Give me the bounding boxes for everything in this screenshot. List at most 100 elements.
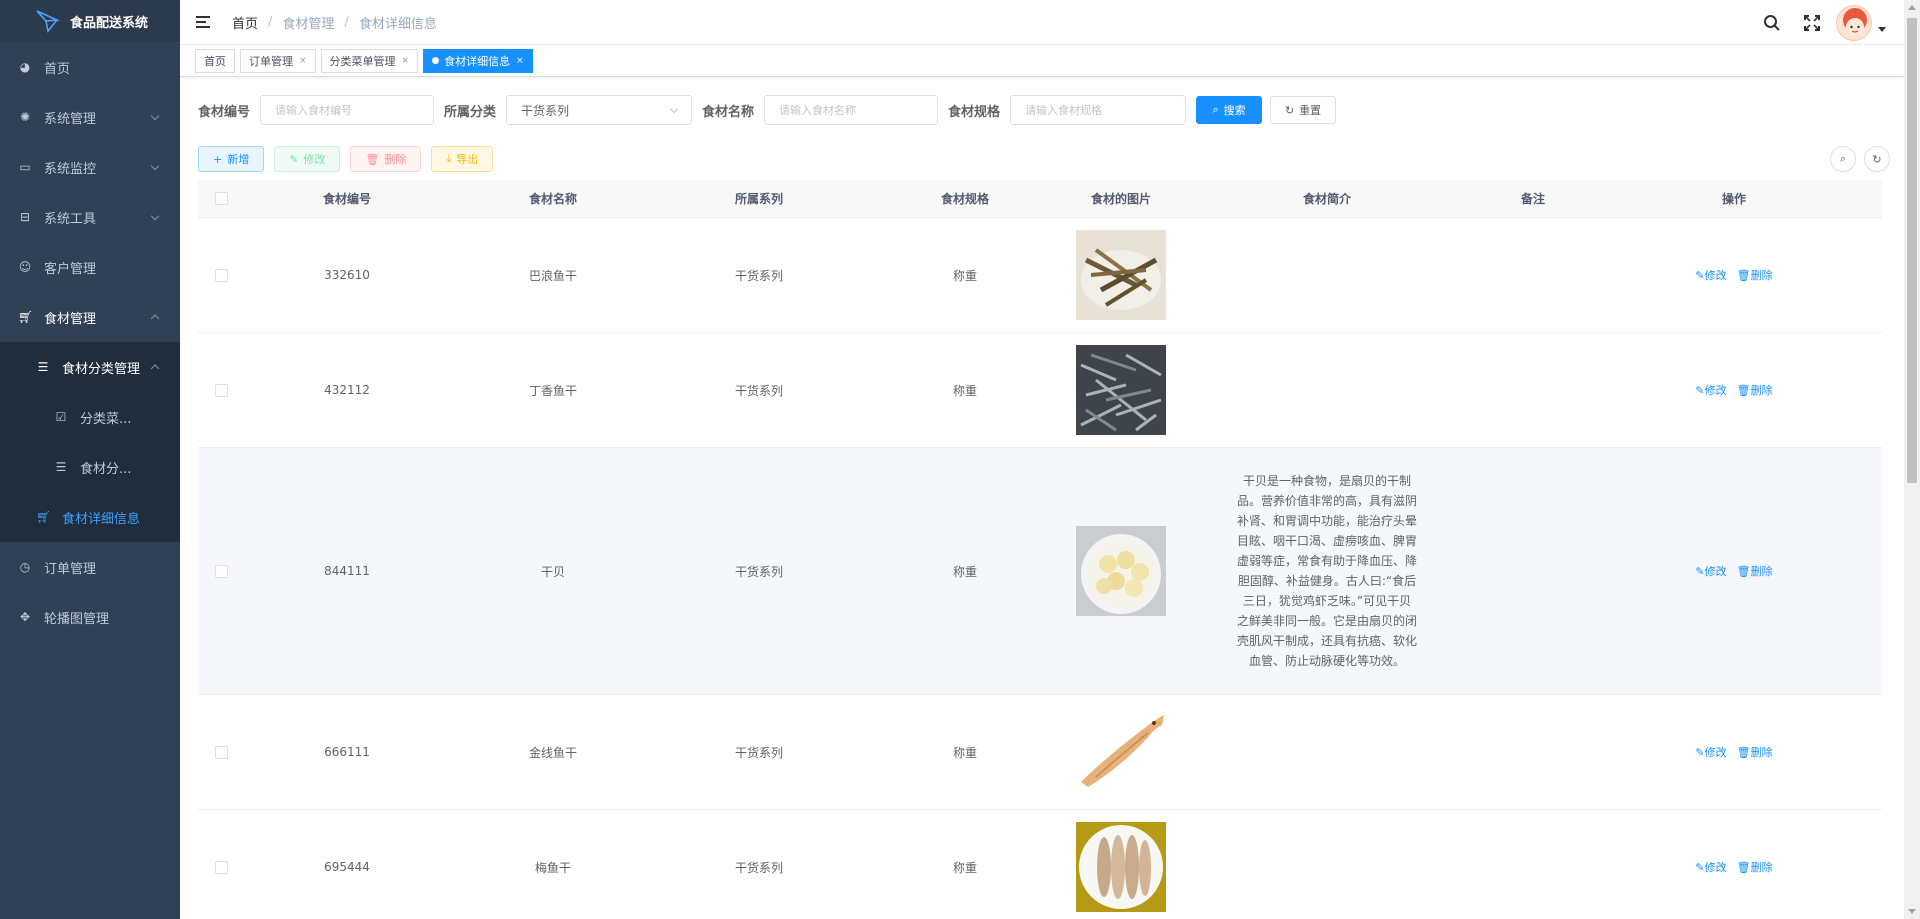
edit-button[interactable]: ✎ 修改 (274, 146, 341, 172)
close-icon[interactable]: × (299, 56, 307, 66)
edit-icon: ✎ (1695, 746, 1705, 759)
sidebar-item-category-list[interactable]: ☰ 食材分... (0, 442, 180, 492)
sidebar-item-customers[interactable]: ☺ 客户管理 (0, 242, 180, 292)
trash-icon: 🗑︎ (1736, 269, 1751, 282)
search-button-label: 搜索 (1223, 104, 1246, 117)
cell-actions: ✎修改 🗑︎删除 (1586, 744, 1882, 760)
row-edit-button[interactable]: ✎修改 (1695, 859, 1726, 875)
trash-icon: 🗑︎ (365, 152, 380, 166)
sidebar-item-ingredient-detail[interactable]: 🛒︎ 食材详细信息 (0, 492, 180, 542)
spec-label: 食材规格 (948, 104, 1001, 120)
row-checkbox[interactable] (214, 383, 228, 397)
caret-down-icon[interactable] (1878, 27, 1886, 32)
table-row[interactable]: 695444 梅鱼干 干货系列 称重 ✎修改 🗑︎删除 (198, 810, 1882, 919)
refresh-table-button[interactable]: ↻ (1864, 146, 1890, 172)
cell-desc: 干贝是一种食物，是扇贝的干制品。营养价值非常的高，具有滋阴补肾、和胃调中功能，能… (1174, 471, 1480, 671)
table-row[interactable]: 432112 丁香鱼干 干货系列 称重 ✎修改 🗑︎删除 (198, 333, 1882, 448)
cell-spec: 称重 (952, 860, 977, 875)
search-form: 食材编号 请输入食材编号 所属分类 干货系列 食材名称 请输入食材名称 食材规格… (198, 95, 1337, 125)
cell-actions: ✎修改 🗑︎删除 (1586, 859, 1882, 875)
select-all-checkbox[interactable] (214, 192, 228, 205)
food-image-dried-fish[interactable] (1076, 230, 1166, 320)
breadcrumb-item-home[interactable]: 首页 (232, 13, 258, 32)
search-icon: ⌕ (1212, 103, 1219, 116)
sidebar-item-ingredients[interactable]: 🛒︎ 食材管理 (0, 292, 180, 342)
plus-icon: + (213, 152, 223, 166)
sidebar-item-system[interactable]: ✺ 系统管理 (0, 92, 180, 142)
delete-button[interactable]: 🗑︎ 删除 (350, 146, 422, 172)
code-input[interactable]: 请输入食材编号 (260, 95, 435, 125)
edit-icon: ✎ (1695, 861, 1705, 874)
food-image-plum-fish[interactable] (1076, 822, 1166, 912)
tag-category-menu[interactable]: 分类菜单管理 × (320, 48, 419, 73)
search-icon: ⌕ (1839, 152, 1847, 165)
row-edit-button[interactable]: ✎修改 (1695, 382, 1726, 398)
row-select-cell (198, 383, 244, 397)
close-icon[interactable]: × (516, 56, 524, 66)
row-edit-button[interactable]: ✎修改 (1695, 563, 1726, 579)
cell-code: 695444 (324, 860, 370, 874)
tag-home[interactable]: 首页 (195, 48, 235, 73)
row-edit-button[interactable]: ✎修改 (1695, 267, 1726, 283)
category-select[interactable]: 干货系列 (506, 95, 693, 125)
row-delete-button[interactable]: 🗑︎删除 (1737, 267, 1773, 283)
row-edit-label: 修改 (1704, 746, 1727, 759)
food-image-golden-thread-fish[interactable] (1076, 707, 1166, 797)
page-scrollbar[interactable] (1904, 0, 1920, 919)
sidebar-item-orders[interactable]: ◷ 订单管理 (0, 542, 180, 592)
add-button[interactable]: + 新增 (198, 146, 265, 172)
add-button-label: 新增 (227, 153, 250, 166)
reset-button-label: 重置 (1299, 104, 1322, 117)
avatar[interactable] (1836, 4, 1872, 41)
row-delete-button[interactable]: 🗑︎删除 (1737, 859, 1773, 875)
row-checkbox[interactable] (214, 564, 228, 578)
table-row[interactable]: 666111 金线鱼干 干货系列 称重 ✎修改 🗑︎删除 (198, 695, 1882, 810)
cell-spec: 称重 (952, 745, 977, 760)
logo-icon (36, 10, 60, 33)
code-placeholder: 请输入食材编号 (275, 104, 353, 117)
search-icon[interactable] (1762, 13, 1782, 33)
tag-ingredient-detail[interactable]: 食材详细信息 × (423, 48, 533, 73)
name-input[interactable]: 请输入食材名称 (764, 95, 939, 125)
sidebar-item-carousel[interactable]: ✥ 轮播图管理 (0, 592, 180, 642)
edit-button-label: 修改 (303, 153, 326, 166)
sidebar-item-tools[interactable]: ⊟ 系统工具 (0, 192, 180, 242)
row-delete-button[interactable]: 🗑︎删除 (1737, 563, 1773, 579)
scrollbar-thumb[interactable] (1907, 18, 1917, 483)
close-icon[interactable]: × (402, 56, 410, 66)
reset-button[interactable]: ↻ 重置 (1270, 96, 1337, 124)
scroll-up-arrow-icon[interactable] (1908, 5, 1916, 10)
row-delete-button[interactable]: 🗑︎删除 (1737, 744, 1773, 760)
tag-orders[interactable]: 订单管理 × (240, 48, 316, 73)
hamburger-icon[interactable] (196, 15, 212, 29)
sidebar-item-home[interactable]: ◕ 首页 (0, 42, 180, 92)
row-edit-label: 修改 (1704, 861, 1727, 874)
export-button[interactable]: ⤓ 导出 (431, 146, 494, 172)
row-checkbox[interactable] (214, 860, 228, 874)
edit-icon: ✎ (1695, 565, 1705, 578)
row-checkbox[interactable] (214, 268, 228, 282)
toggle-search-button[interactable]: ⌕ (1830, 146, 1856, 172)
fullscreen-icon[interactable] (1802, 13, 1822, 33)
food-image-clove-fish[interactable] (1076, 345, 1166, 435)
submenu-ingredient-category: ☑ 分类菜... ☰ 食材分... (0, 392, 180, 492)
table-row[interactable]: 332610 巴浪鱼干 干货系列 称重 ✎修改 🗑︎删除 (198, 218, 1882, 333)
sidebar: 食品配送系统 ◕ 首页 ✺ 系统管理 ▭ 系统监控 ⊟ 系统工具 ☺ 客户管理 … (0, 0, 180, 919)
sidebar-item-category-menu[interactable]: ☑ 分类菜... (0, 392, 180, 442)
monitor-icon: ▭ (19, 160, 31, 174)
scroll-down-arrow-icon[interactable] (1908, 909, 1916, 914)
name-placeholder: 请输入食材名称 (779, 104, 857, 117)
sidebar-item-monitor[interactable]: ▭ 系统监控 (0, 142, 180, 192)
cell-series: 干货系列 (734, 860, 783, 875)
row-delete-button[interactable]: 🗑︎删除 (1737, 382, 1773, 398)
table-row[interactable]: 844111 干贝 干货系列 称重 干贝是一种食物，是扇贝的干制品。营养价值非常… (198, 448, 1882, 695)
food-image-scallop[interactable] (1076, 526, 1166, 616)
logo[interactable]: 食品配送系统 (0, 0, 180, 42)
sidebar-item-ingredient-category[interactable]: ☰ 食材分类管理 (0, 342, 180, 392)
row-checkbox[interactable] (214, 745, 228, 759)
navbar: 首页 / 食材管理 / 食材详细信息 (180, 0, 1904, 45)
row-edit-button[interactable]: ✎修改 (1695, 744, 1726, 760)
row-select-cell (198, 268, 244, 282)
spec-input[interactable]: 请输入食材规格 (1010, 95, 1187, 125)
search-button[interactable]: ⌕ 搜索 (1196, 96, 1263, 124)
